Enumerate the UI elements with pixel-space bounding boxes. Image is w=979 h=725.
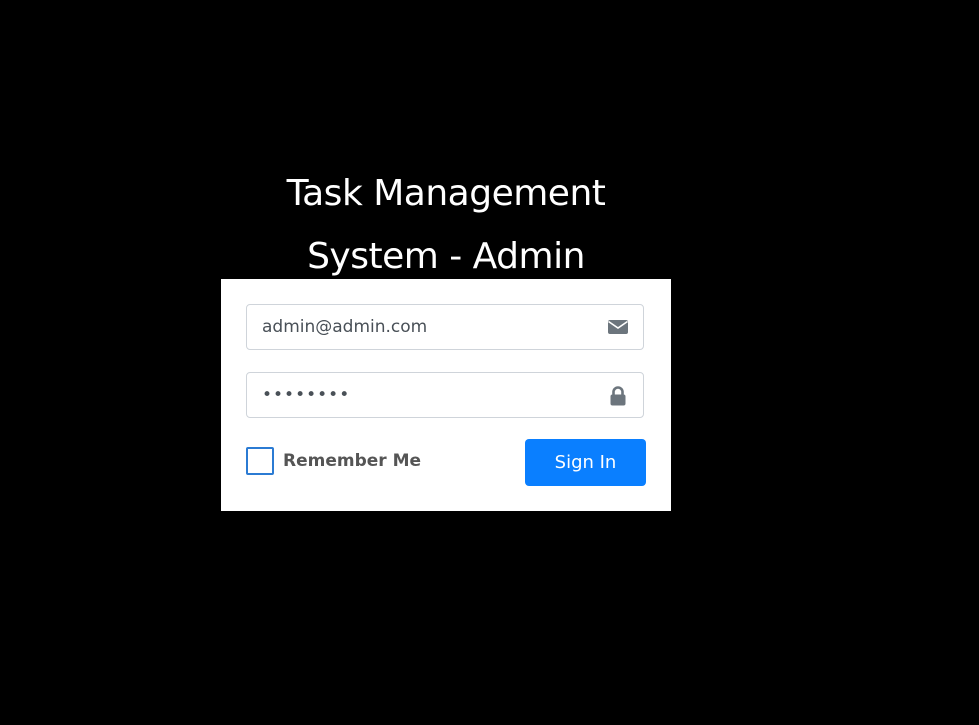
login-card: Remember Me Sign In [221,279,671,511]
remember-me[interactable]: Remember Me [246,447,421,475]
remember-me-checkbox[interactable] [246,447,274,475]
lock-icon [607,385,629,406]
page-title-line-1: Task Management [286,173,606,215]
page-title: Task Management System - Admin [221,162,671,288]
envelope-icon [607,317,629,337]
password-field-group [246,372,644,418]
remember-me-label: Remember Me [283,451,422,471]
password-input[interactable] [247,373,587,417]
email-field-group [246,304,644,350]
sign-in-button[interactable]: Sign In [525,439,646,486]
email-input[interactable] [247,305,587,349]
login-page: Task Management System - Admin admin@adm… [0,0,979,725]
